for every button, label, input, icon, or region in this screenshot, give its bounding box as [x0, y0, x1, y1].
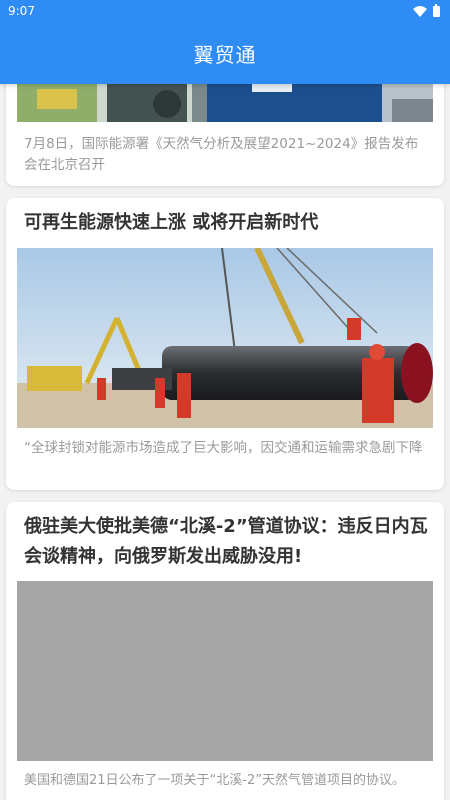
app-bar: 翼贸通 [0, 22, 450, 84]
article-image [17, 84, 433, 122]
article-title: 俄驻美大使批美德“北溪-2”管道协议：违反日内瓦会谈精神，向俄罗斯发出威胁没用! [24, 516, 428, 567]
article-summary: “全球封锁对能源市场造成了巨大影响，因交通和运输需求急剧下降 [24, 440, 423, 456]
app-title: 翼贸通 [193, 42, 257, 67]
status-time: 9:07 [8, 4, 35, 18]
status-icons [413, 3, 440, 17]
news-feed[interactable]: 7月8日，国际能源署《天然气分析及展望2021~2024》报告发布会在北京召开 … [0, 84, 450, 800]
article-summary: 7月8日，国际能源署《天然气分析及展望2021~2024》报告发布会在北京召开 [24, 136, 419, 173]
article-image-placeholder [17, 581, 433, 761]
news-card[interactable]: 7月8日，国际能源署《天然气分析及展望2021~2024》报告发布会在北京召开 [6, 84, 444, 186]
article-summary: 美国和德国21日公布了一项关于“北溪-2”天然气管道项目的协议。 [24, 773, 405, 788]
article-image [17, 248, 433, 428]
news-card[interactable]: 俄驻美大使批美德“北溪-2”管道协议：违反日内瓦会谈精神，向俄罗斯发出威胁没用!… [6, 502, 444, 800]
wifi-icon [413, 5, 427, 17]
news-card[interactable]: 可再生能源快速上涨 或将开启新时代 “全球封锁对能源市场造成了巨大影响，因交通和… [6, 198, 444, 490]
battery-icon [433, 3, 440, 17]
article-title: 可再生能源快速上涨 或将开启新时代 [24, 212, 319, 233]
status-bar: 9:07 [0, 0, 450, 22]
